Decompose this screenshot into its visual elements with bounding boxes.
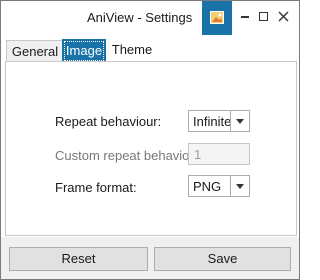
- maximize-button[interactable]: [257, 9, 273, 25]
- dropdown-separator: [230, 111, 231, 131]
- repeat-behaviour-dropdown[interactable]: Infinite: [188, 110, 250, 132]
- maximize-icon: [259, 12, 268, 21]
- image-icon: [210, 11, 224, 24]
- dropdown-separator: [230, 176, 231, 196]
- reset-button[interactable]: Reset: [9, 247, 148, 271]
- minimize-button[interactable]: [239, 9, 255, 25]
- repeat-behaviour-value: Infinite: [193, 114, 232, 129]
- tab-label: General: [11, 44, 59, 59]
- image-settings-panel: Repeat behaviour: Infinite Custom repeat…: [5, 61, 297, 236]
- close-icon: [278, 11, 289, 22]
- save-button[interactable]: Save: [154, 247, 291, 271]
- button-bar: Reset Save: [1, 237, 299, 279]
- custom-repeat-label: Custom repeat behavio: [55, 148, 190, 163]
- tab-image[interactable]: Image: [62, 39, 106, 61]
- title-bar[interactable]: AniView - Settings: [1, 1, 299, 35]
- frame-format-label: Frame format:: [55, 180, 137, 195]
- minimize-icon: [241, 16, 249, 18]
- settings-window: AniView - Settings General Image Theme R…: [0, 0, 300, 280]
- tab-general[interactable]: General: [6, 40, 64, 62]
- frame-format-value: PNG: [193, 179, 222, 194]
- close-button[interactable]: [276, 9, 292, 25]
- custom-repeat-input[interactable]: 1: [188, 143, 250, 165]
- window-title: AniView - Settings: [87, 10, 193, 25]
- tab-label: Image: [64, 41, 104, 61]
- chevron-down-icon: [236, 119, 244, 124]
- frame-format-dropdown[interactable]: PNG: [188, 175, 250, 197]
- chevron-down-icon: [236, 184, 244, 189]
- custom-repeat-value: 1: [194, 147, 202, 162]
- tab-label: Theme: [111, 42, 153, 57]
- repeat-behaviour-label: Repeat behaviour:: [55, 114, 162, 129]
- tab-theme[interactable]: Theme: [110, 39, 154, 61]
- app-icon-button[interactable]: [202, 1, 232, 35]
